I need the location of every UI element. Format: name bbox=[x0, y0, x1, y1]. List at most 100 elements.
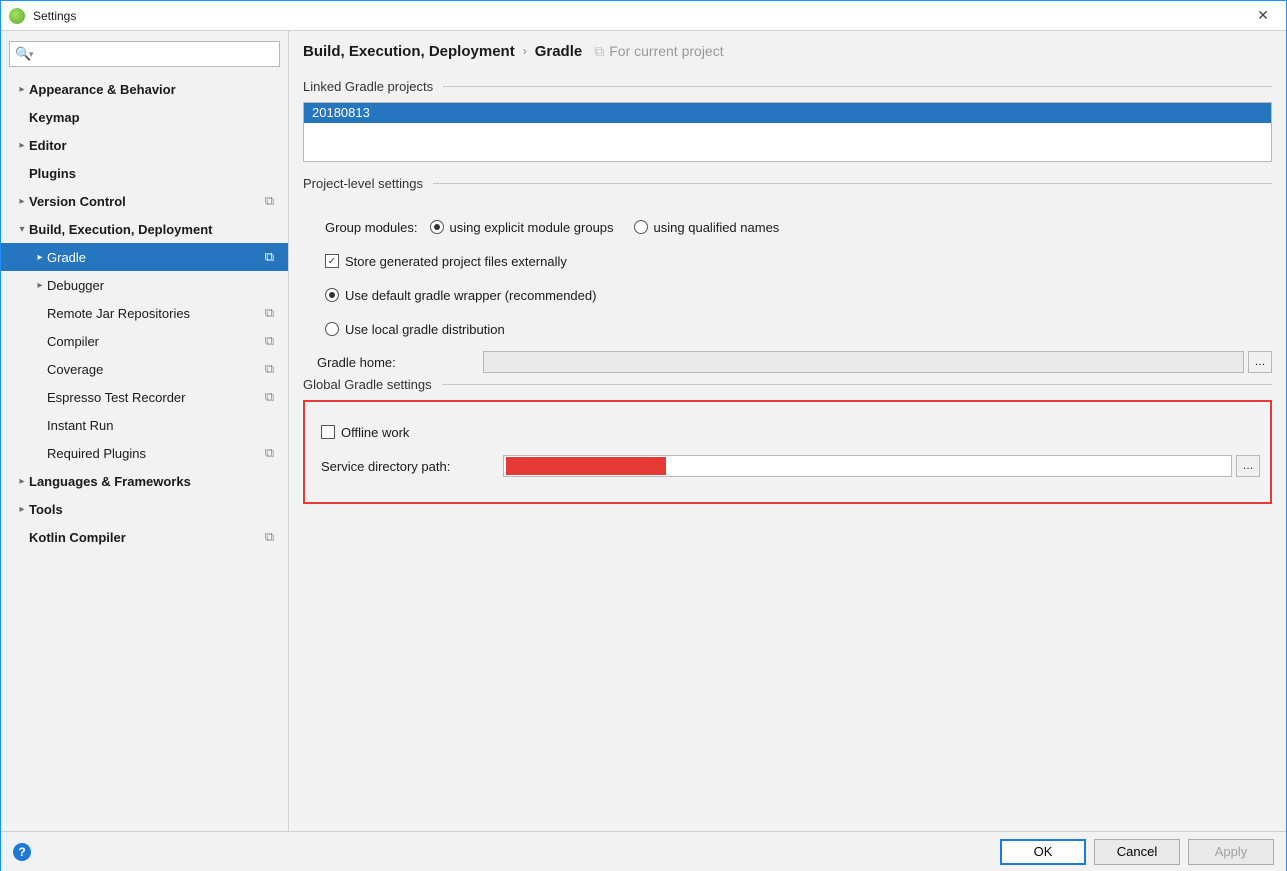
tree-item[interactable]: Plugins bbox=[1, 159, 288, 187]
tree-item[interactable]: Instant Run bbox=[1, 411, 288, 439]
list-item[interactable]: 20180813 bbox=[304, 103, 1271, 123]
tree-item[interactable]: ▸Appearance & Behavior bbox=[1, 75, 288, 103]
ok-button[interactable]: OK bbox=[1000, 839, 1086, 865]
breadcrumb-part2: Gradle bbox=[535, 43, 583, 60]
breadcrumb: Build, Execution, Deployment › Gradle ⧉ … bbox=[289, 31, 1286, 71]
sidebar: 🔍 ▾ ▸Appearance & BehaviorKeymap▸EditorP… bbox=[1, 31, 289, 831]
radio-default-wrapper[interactable]: Use default gradle wrapper (recommended) bbox=[325, 288, 596, 303]
project-scope-icon: ⧉ bbox=[265, 361, 274, 377]
service-path-label: Service directory path: bbox=[321, 459, 491, 474]
tree-item[interactable]: Remote Jar Repositories⧉ bbox=[1, 299, 288, 327]
apply-button[interactable]: Apply bbox=[1188, 839, 1274, 865]
tree-item[interactable]: ▸Version Control⧉ bbox=[1, 187, 288, 215]
divider bbox=[433, 183, 1272, 184]
radio-default-label: Use default gradle wrapper (recommended) bbox=[345, 288, 596, 303]
tree-item[interactable]: ▾Build, Execution, Deployment bbox=[1, 215, 288, 243]
titlebar: Settings ✕ bbox=[1, 1, 1286, 31]
tree-item[interactable]: ▸Languages & Frameworks bbox=[1, 467, 288, 495]
radio-dot-icon bbox=[634, 220, 648, 234]
tree-item-label: Remote Jar Repositories bbox=[47, 306, 265, 321]
help-button[interactable]: ? bbox=[13, 843, 31, 861]
chevron-icon: ▸ bbox=[33, 252, 47, 263]
chevron-icon: ▸ bbox=[15, 140, 29, 151]
chevron-icon: ▸ bbox=[15, 476, 29, 487]
gradle-home-label: Gradle home: bbox=[303, 355, 483, 370]
search-input[interactable] bbox=[9, 41, 280, 67]
tree-item-label: Instant Run bbox=[47, 418, 280, 433]
tree-item-label: Version Control bbox=[29, 194, 265, 209]
chevron-icon: ▸ bbox=[15, 504, 29, 515]
project-scope-icon: ⧉ bbox=[265, 389, 274, 405]
gradle-home-input[interactable] bbox=[483, 351, 1244, 373]
section-linked-label: Linked Gradle projects bbox=[303, 79, 433, 94]
tree-item-label: Kotlin Compiler bbox=[29, 530, 265, 545]
service-path-input[interactable] bbox=[503, 455, 1232, 477]
chevron-icon: ▸ bbox=[15, 84, 29, 95]
tree-item-label: Espresso Test Recorder bbox=[47, 390, 265, 405]
tree-item[interactable]: Kotlin Compiler⧉ bbox=[1, 523, 288, 551]
checkbox-box-icon bbox=[325, 254, 339, 268]
checkbox-store-label: Store generated project files externally bbox=[345, 254, 567, 269]
radio-dot-icon bbox=[325, 322, 339, 336]
search-input-wrap: 🔍 ▾ bbox=[9, 41, 280, 67]
section-global: Global Gradle settings bbox=[303, 377, 1272, 392]
tree-item[interactable]: ▸Debugger bbox=[1, 271, 288, 299]
checkbox-store-externally[interactable]: Store generated project files externally bbox=[325, 254, 567, 269]
main-panel: Build, Execution, Deployment › Gradle ⧉ … bbox=[289, 31, 1286, 831]
group-modules-label: Group modules: bbox=[325, 220, 418, 235]
breadcrumb-part1: Build, Execution, Deployment bbox=[303, 43, 515, 60]
section-project-level: Project-level settings bbox=[303, 176, 1272, 191]
chevron-icon: ▸ bbox=[15, 196, 29, 207]
gradle-home-browse-button[interactable]: … bbox=[1248, 351, 1272, 373]
tree-item[interactable]: Required Plugins⧉ bbox=[1, 439, 288, 467]
radio-local-distribution[interactable]: Use local gradle distribution bbox=[325, 322, 505, 337]
tree-item-label: Plugins bbox=[29, 166, 280, 181]
chevron-icon: ▸ bbox=[33, 280, 47, 291]
cancel-button[interactable]: Cancel bbox=[1094, 839, 1180, 865]
section-project-level-label: Project-level settings bbox=[303, 176, 423, 191]
scope-label: ⧉ For current project bbox=[594, 43, 723, 60]
section-global-label: Global Gradle settings bbox=[303, 377, 432, 392]
linked-projects-list[interactable]: 20180813 bbox=[303, 102, 1272, 162]
tree-item[interactable]: ▸Tools bbox=[1, 495, 288, 523]
project-scope-icon: ⧉ bbox=[265, 529, 274, 545]
tree-item-label: Languages & Frameworks bbox=[29, 474, 280, 489]
highlighted-region: Offline work Service directory path: … bbox=[303, 400, 1272, 504]
tree-item-label: Editor bbox=[29, 138, 280, 153]
scope-text: For current project bbox=[609, 43, 723, 59]
tree-item-label: Gradle bbox=[47, 250, 265, 265]
tree-item[interactable]: Compiler⧉ bbox=[1, 327, 288, 355]
tree-item[interactable]: ▸Gradle⧉ bbox=[1, 243, 288, 271]
redacted-value bbox=[506, 457, 666, 475]
tree-item-label: Debugger bbox=[47, 278, 280, 293]
tree-item[interactable]: Espresso Test Recorder⧉ bbox=[1, 383, 288, 411]
service-path-browse-button[interactable]: … bbox=[1236, 455, 1260, 477]
checkbox-box-icon bbox=[321, 425, 335, 439]
tree-item-label: Tools bbox=[29, 502, 280, 517]
radio-local-label: Use local gradle distribution bbox=[345, 322, 505, 337]
close-button[interactable]: ✕ bbox=[1248, 7, 1278, 24]
tree-item-label: Appearance & Behavior bbox=[29, 82, 280, 97]
checkbox-offline-work[interactable]: Offline work bbox=[321, 425, 409, 440]
search-dropdown-icon[interactable]: ▾ bbox=[29, 49, 34, 60]
window-title: Settings bbox=[33, 9, 1248, 23]
project-scope-icon: ⧉ bbox=[265, 193, 274, 209]
project-scope-icon: ⧉ bbox=[265, 333, 274, 349]
radio-dot-icon bbox=[430, 220, 444, 234]
chevron-right-icon: › bbox=[523, 44, 527, 58]
tree-item-label: Keymap bbox=[29, 110, 280, 125]
tree-item-label: Required Plugins bbox=[47, 446, 265, 461]
divider bbox=[442, 384, 1272, 385]
divider bbox=[443, 86, 1272, 87]
checkbox-offline-label: Offline work bbox=[341, 425, 409, 440]
tree-item[interactable]: ▸Editor bbox=[1, 131, 288, 159]
radio-explicit-groups[interactable]: using explicit module groups bbox=[430, 220, 614, 235]
tree-item[interactable]: Coverage⧉ bbox=[1, 355, 288, 383]
tree-item[interactable]: Keymap bbox=[1, 103, 288, 131]
copy-icon: ⧉ bbox=[594, 43, 604, 60]
tree-item-label: Build, Execution, Deployment bbox=[29, 222, 280, 237]
radio-qualified-names[interactable]: using qualified names bbox=[634, 220, 780, 235]
tree-item-label: Coverage bbox=[47, 362, 265, 377]
project-scope-icon: ⧉ bbox=[265, 249, 274, 265]
radio-qualified-label: using qualified names bbox=[654, 220, 780, 235]
